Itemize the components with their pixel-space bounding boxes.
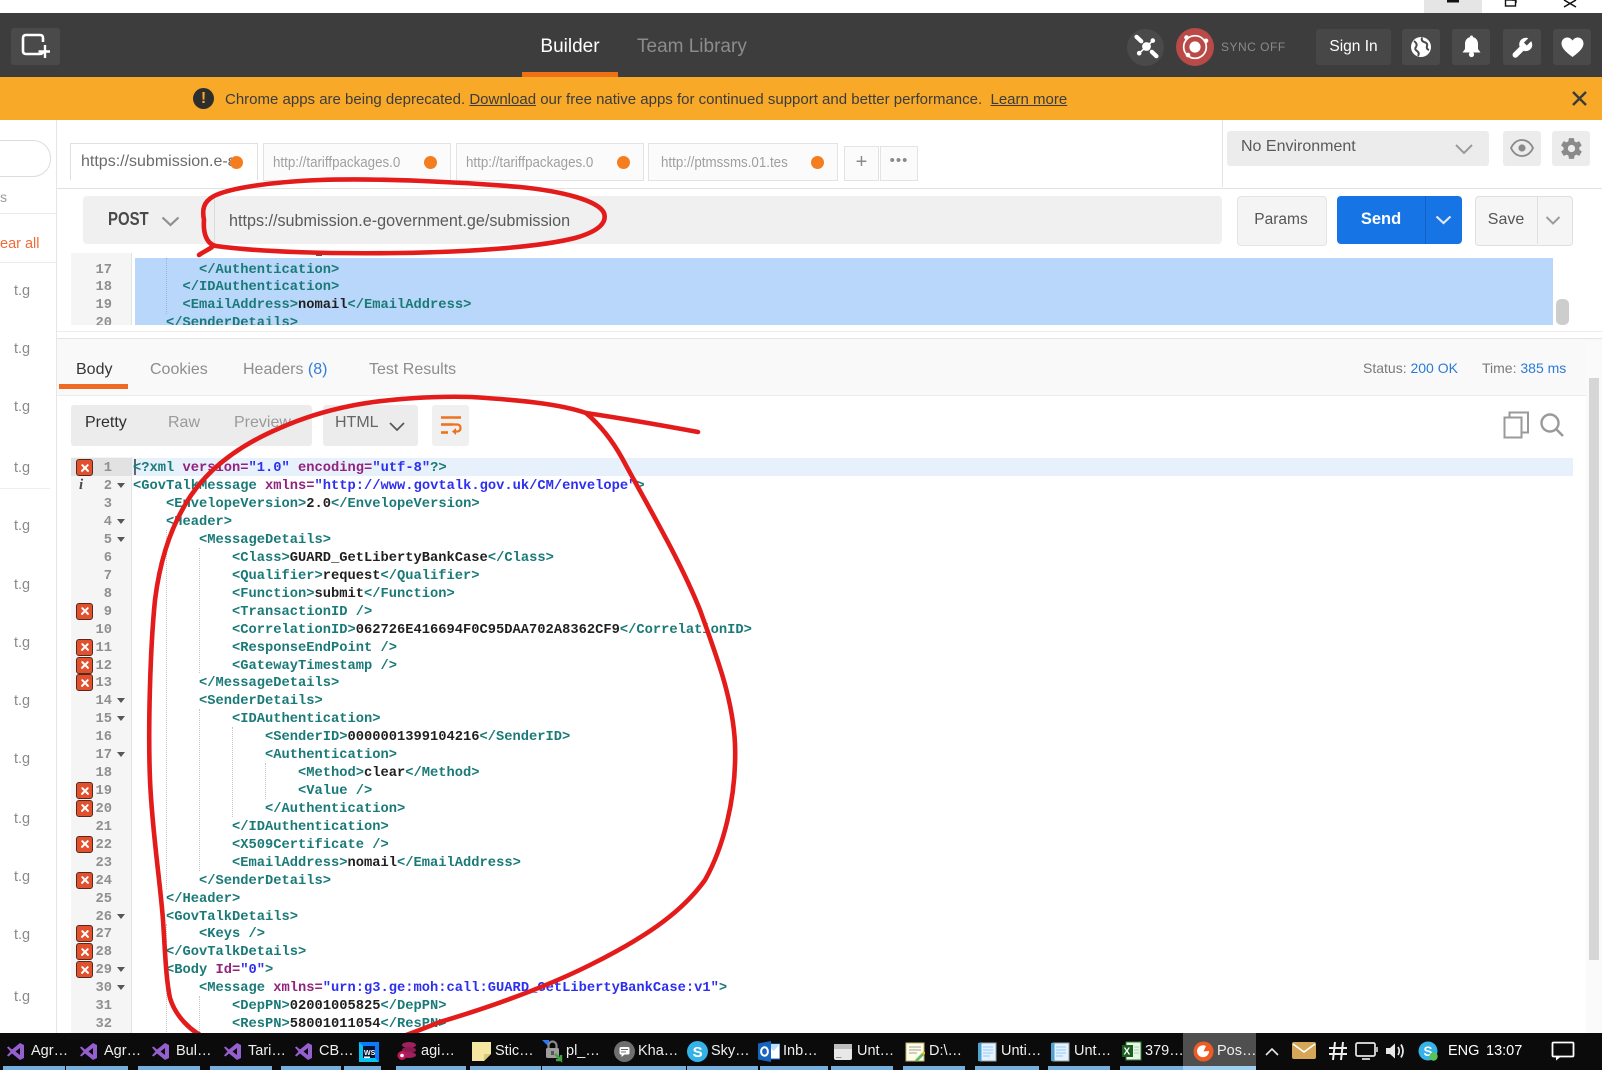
svg-text:S: S [693, 1044, 703, 1061]
svg-text:WS: WS [364, 1050, 376, 1057]
svg-text:X: X [1124, 1047, 1131, 1058]
svg-text:_: _ [835, 1050, 842, 1060]
